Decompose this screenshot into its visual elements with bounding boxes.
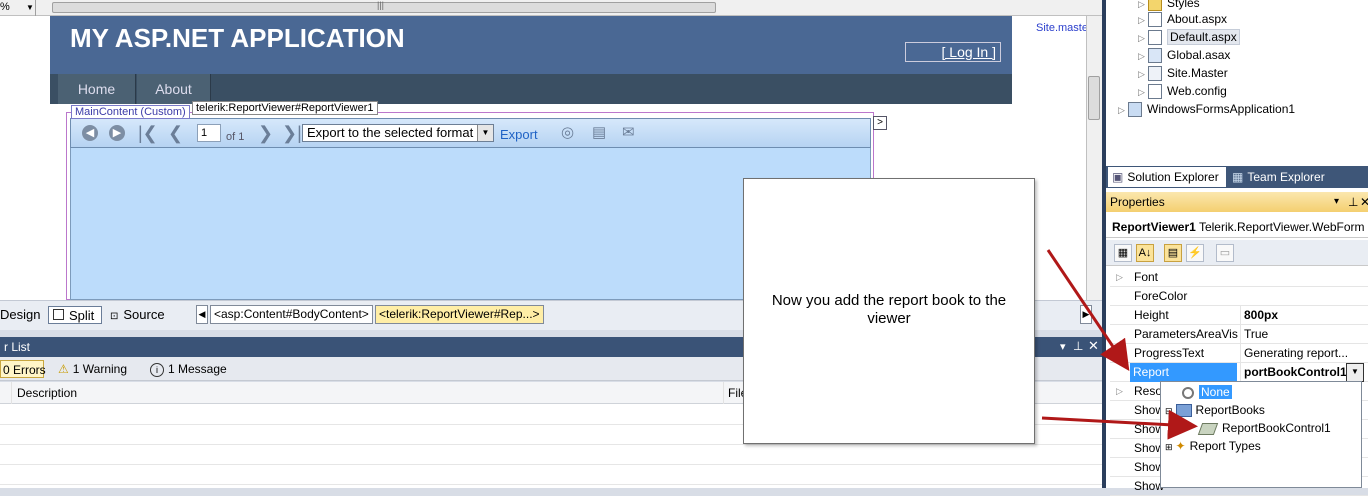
annotation-arrows xyxy=(1041,249,1198,440)
arrow-to-report-property xyxy=(1046,249,1130,371)
arrow-to-report-book-control xyxy=(1041,409,1198,440)
